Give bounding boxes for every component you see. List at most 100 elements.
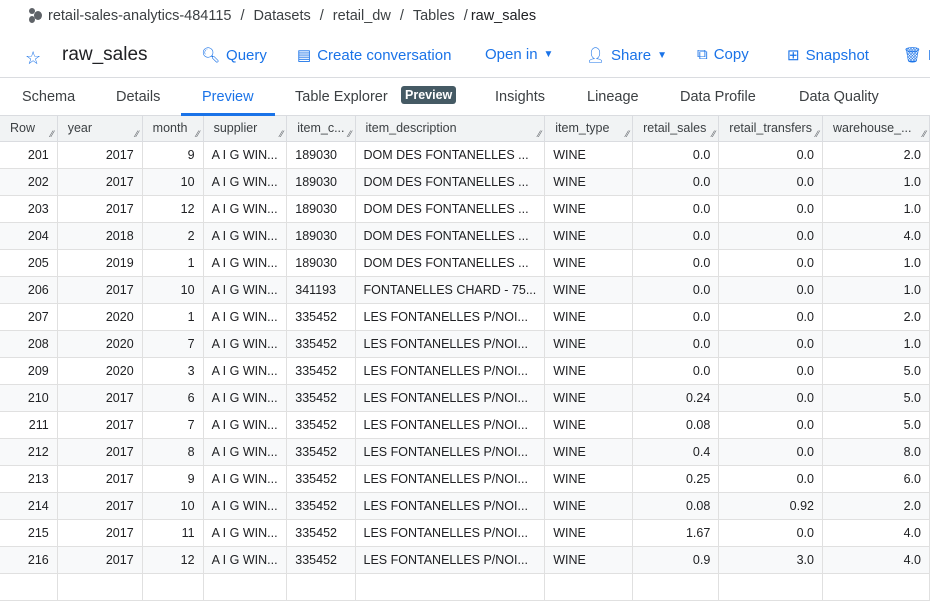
table-cell[interactable]: 7	[142, 411, 204, 439]
column-resize-handle[interactable]: ⁄⁄	[349, 129, 352, 139]
table-cell[interactable]: LES FONTANELLES P/NOI...	[355, 465, 546, 493]
table-cell[interactable]: 1.0	[822, 168, 930, 196]
table-cell[interactable]: 8.0	[822, 438, 930, 466]
table-cell[interactable]: A I G WIN...	[203, 141, 288, 169]
table-cell[interactable]: 0.0	[718, 303, 823, 331]
column-header[interactable]: item_description ⁄⁄	[355, 116, 546, 142]
table-cell[interactable]: 335452	[286, 384, 356, 412]
table-cell[interactable]: 0.0	[632, 303, 720, 331]
table-cell[interactable]: 0.0	[718, 249, 823, 277]
table-cell[interactable]: WINE	[544, 411, 634, 439]
table-cell[interactable]: 216	[0, 546, 58, 574]
table-cell[interactable]	[355, 573, 546, 601]
column-header[interactable]: supplier ⁄⁄	[203, 116, 288, 142]
copy-button[interactable]: ⧉ Copy	[697, 46, 749, 63]
table-cell[interactable]: 10	[142, 276, 204, 304]
table-cell[interactable]: DOM DES FONTANELLES ...	[355, 249, 546, 277]
table-cell[interactable]: 4.0	[822, 546, 930, 574]
table-cell[interactable]: 10	[142, 492, 204, 520]
table-cell[interactable]: 0.0	[632, 357, 720, 385]
table-cell[interactable]: 2020	[57, 357, 143, 385]
table-cell[interactable]: LES FONTANELLES P/NOI...	[355, 384, 546, 412]
table-cell[interactable]: 0.25	[632, 465, 720, 493]
table-cell[interactable]: A I G WIN...	[203, 222, 288, 250]
table-cell[interactable]: 0.0	[718, 168, 823, 196]
table-cell[interactable]: 335452	[286, 519, 356, 547]
table-cell[interactable]: 204	[0, 222, 58, 250]
table-cell[interactable]: LES FONTANELLES P/NOI...	[355, 492, 546, 520]
table-cell[interactable]: 3	[142, 357, 204, 385]
query-button[interactable]: 🔍︎ Query	[201, 46, 267, 65]
table-cell[interactable]: 2.0	[822, 141, 930, 169]
table-cell[interactable]: 189030	[286, 168, 356, 196]
table-cell[interactable]: 2017	[57, 276, 143, 304]
column-resize-handle[interactable]: ⁄⁄	[816, 129, 819, 139]
table-cell[interactable]: LES FONTANELLES P/NOI...	[355, 438, 546, 466]
column-header[interactable]: year ⁄⁄	[57, 116, 143, 142]
column-header[interactable]: month ⁄⁄	[142, 116, 204, 142]
table-cell[interactable]: 2017	[57, 168, 143, 196]
table-cell[interactable]: 335452	[286, 411, 356, 439]
table-cell[interactable]: 0.0	[718, 141, 823, 169]
table-cell[interactable]: 2018	[57, 222, 143, 250]
table-cell[interactable]: WINE	[544, 168, 634, 196]
snapshot-button[interactable]: ⊞ Snapshot	[787, 46, 869, 65]
table-cell[interactable]: WINE	[544, 357, 634, 385]
table-cell[interactable]: 0.0	[718, 195, 823, 223]
star-icon[interactable]: ☆	[25, 48, 41, 69]
tab-table-explorer[interactable]: Table Explorer	[295, 89, 388, 105]
share-button[interactable]: 👤︎ Share ▼	[586, 46, 667, 65]
column-header[interactable]: warehouse_... ⁄⁄	[822, 116, 930, 142]
column-resize-handle[interactable]: ⁄⁄	[923, 129, 926, 139]
table-cell[interactable]: A I G WIN...	[203, 438, 288, 466]
tab-preview[interactable]: Preview	[202, 89, 254, 105]
table-cell[interactable]: 1.0	[822, 195, 930, 223]
table-cell[interactable]: 2020	[57, 303, 143, 331]
table-cell[interactable]: 0.0	[718, 465, 823, 493]
table-cell[interactable]: 2017	[57, 141, 143, 169]
table-cell[interactable]: 2017	[57, 411, 143, 439]
table-cell[interactable]: 2017	[57, 438, 143, 466]
table-cell[interactable]: LES FONTANELLES P/NOI...	[355, 303, 546, 331]
table-cell[interactable]: 0.0	[632, 330, 720, 358]
table-cell[interactable]: DOM DES FONTANELLES ...	[355, 195, 546, 223]
tab-data-profile[interactable]: Data Profile	[680, 89, 756, 105]
table-cell[interactable]: A I G WIN...	[203, 276, 288, 304]
table-cell[interactable]: 7	[142, 330, 204, 358]
table-cell[interactable]	[203, 573, 288, 601]
table-cell[interactable]: 5.0	[822, 411, 930, 439]
table-cell[interactable]: A I G WIN...	[203, 492, 288, 520]
table-cell[interactable]: 189030	[286, 141, 356, 169]
table-cell[interactable]: A I G WIN...	[203, 465, 288, 493]
table-cell[interactable]: 1.67	[632, 519, 720, 547]
tab-lineage[interactable]: Lineage	[587, 89, 639, 105]
table-cell[interactable]: 0.0	[718, 357, 823, 385]
table-cell[interactable]: 1.0	[822, 330, 930, 358]
breadcrumb-project[interactable]: retail-sales-analytics-484115	[48, 8, 232, 24]
table-cell[interactable]: 341193	[286, 276, 356, 304]
table-cell[interactable]: 12	[142, 546, 204, 574]
table-cell[interactable]: A I G WIN...	[203, 519, 288, 547]
table-cell[interactable]: 0.4	[632, 438, 720, 466]
table-cell[interactable]: 213	[0, 465, 58, 493]
table-cell[interactable]: 201	[0, 141, 58, 169]
column-resize-handle[interactable]: ⁄⁄	[712, 129, 715, 139]
table-cell[interactable]: 2.0	[822, 492, 930, 520]
table-cell[interactable]: LES FONTANELLES P/NOI...	[355, 546, 546, 574]
table-cell[interactable]: WINE	[544, 465, 634, 493]
table-cell[interactable]: A I G WIN...	[203, 195, 288, 223]
table-cell[interactable]: WINE	[544, 519, 634, 547]
table-cell[interactable]: 206	[0, 276, 58, 304]
table-cell[interactable]: 10	[142, 168, 204, 196]
table-cell[interactable]: A I G WIN...	[203, 168, 288, 196]
table-cell[interactable]: WINE	[544, 249, 634, 277]
column-resize-handle[interactable]: ⁄⁄	[197, 129, 200, 139]
table-cell[interactable]: 208	[0, 330, 58, 358]
tab-details[interactable]: Details	[116, 89, 160, 105]
table-cell[interactable]: 9	[142, 465, 204, 493]
table-cell[interactable]: 214	[0, 492, 58, 520]
table-cell[interactable]: 209	[0, 357, 58, 385]
table-cell[interactable]: 2017	[57, 519, 143, 547]
table-cell[interactable]: FONTANELLES CHARD - 75...	[355, 276, 546, 304]
table-cell[interactable]: 212	[0, 438, 58, 466]
